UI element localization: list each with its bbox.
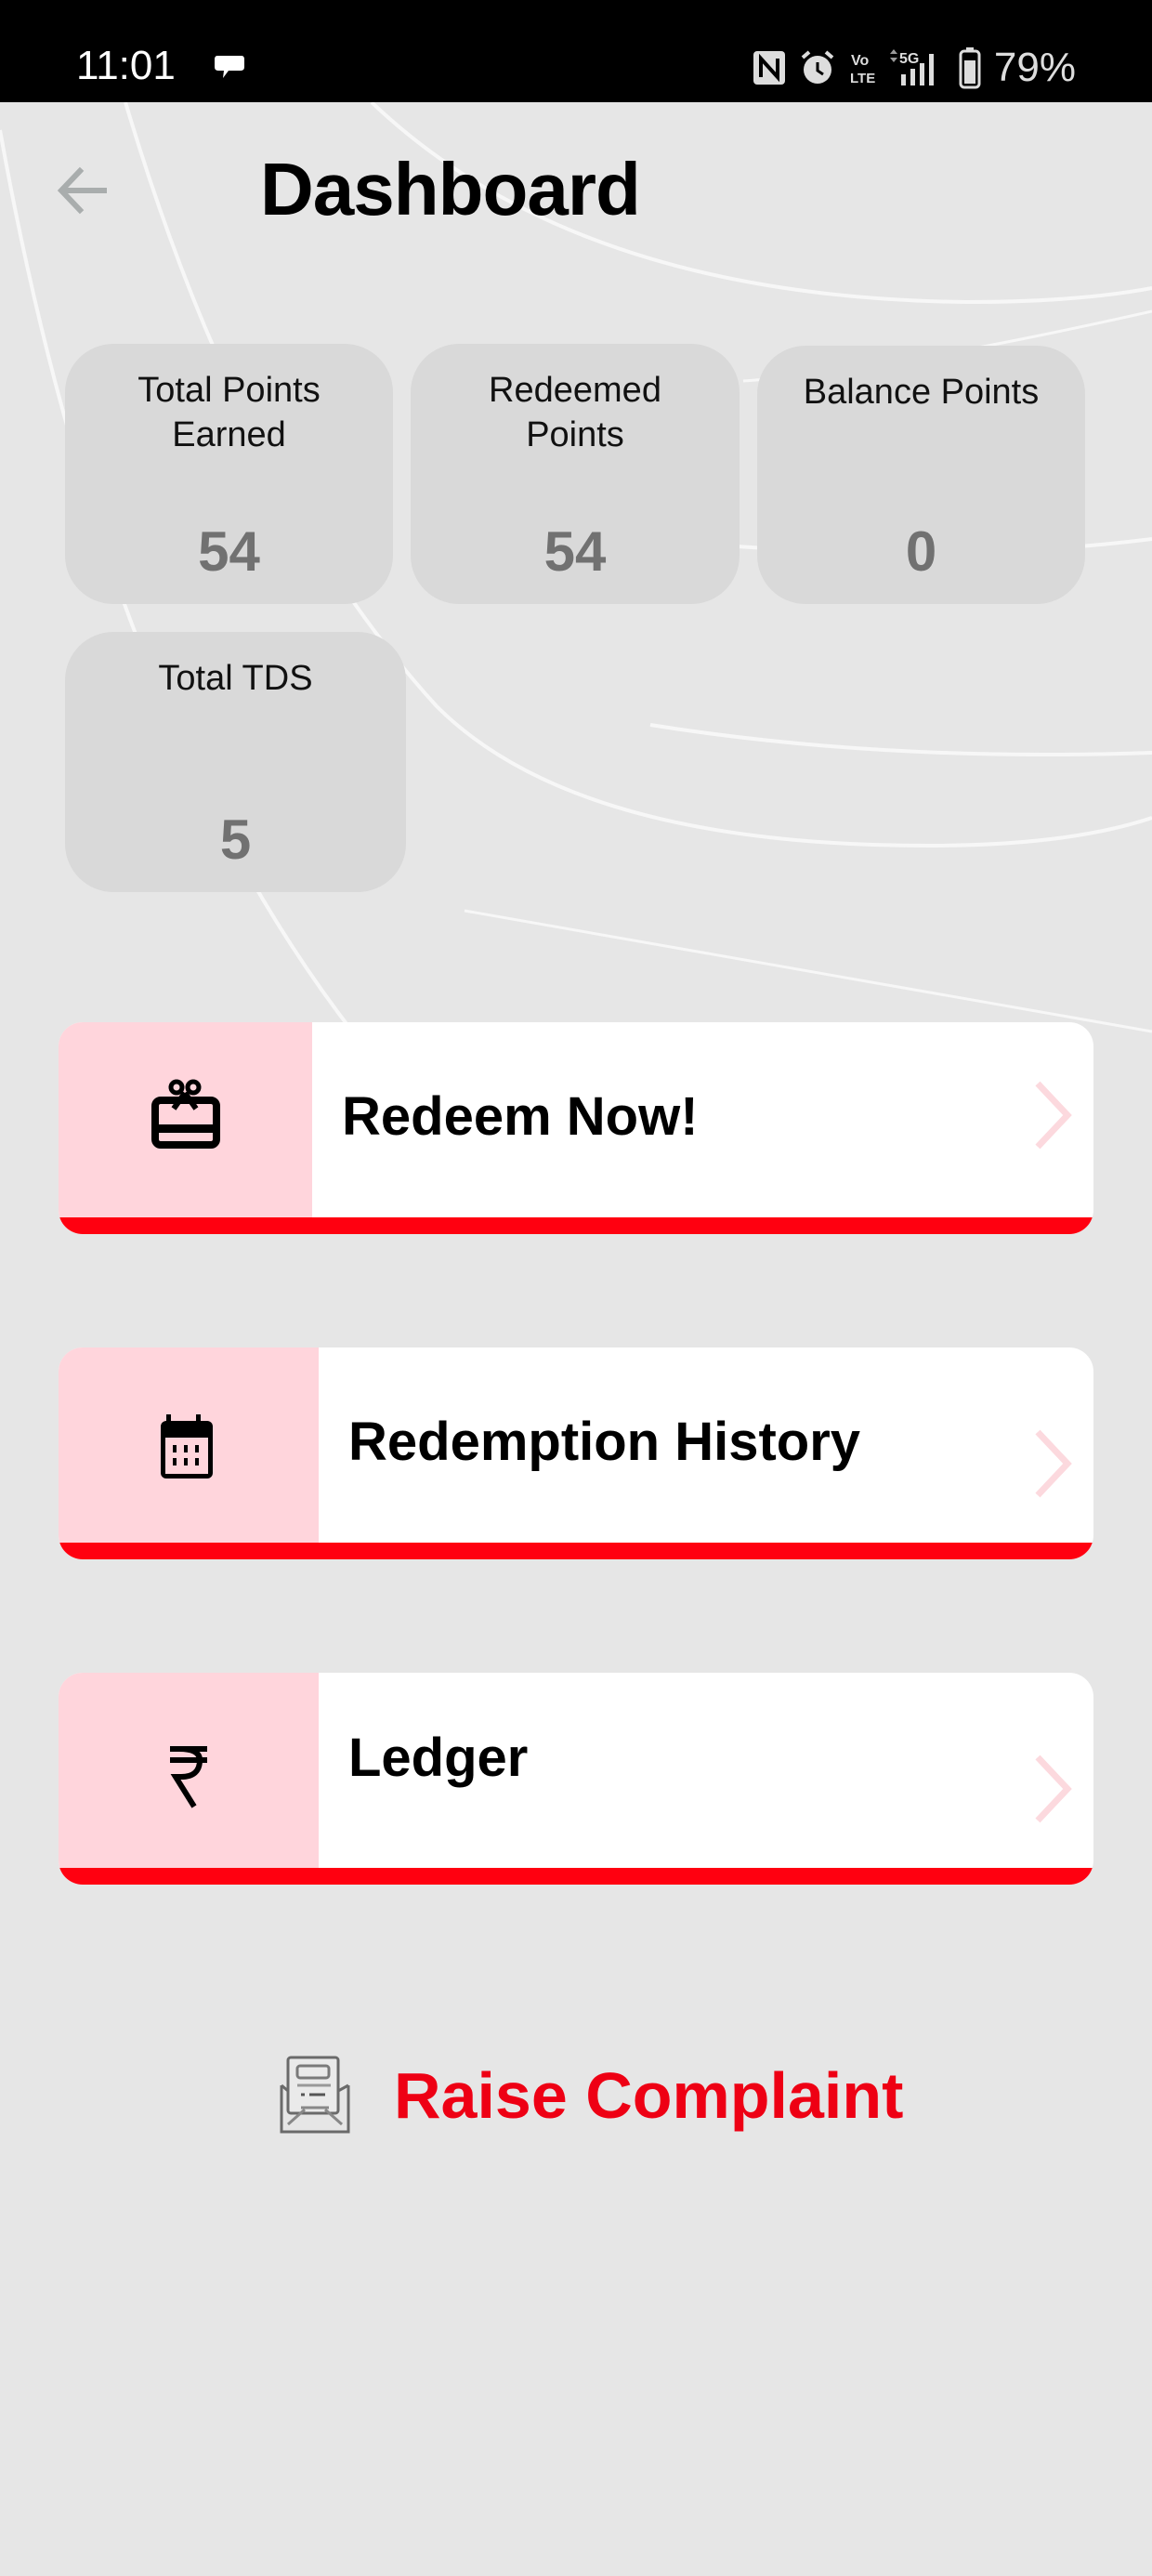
battery-icon xyxy=(959,47,981,89)
battery-percent: 79% xyxy=(993,45,1076,90)
calendar-icon xyxy=(161,1414,213,1479)
raise-complaint-button[interactable]: Raise Complaint xyxy=(279,2054,903,2137)
accent-bar xyxy=(59,1543,1093,1559)
chevron-right-icon xyxy=(1035,1081,1072,1150)
raise-complaint-label: Raise Complaint xyxy=(394,2059,904,2132)
signal-5g-icon: 5G xyxy=(889,49,934,85)
nfc-icon xyxy=(753,51,785,85)
chevron-right-icon xyxy=(1035,1755,1072,1823)
page-title: Dashboard xyxy=(260,148,641,230)
stat-value: 54 xyxy=(198,520,260,583)
volte-icon: Vo LTE xyxy=(850,53,875,86)
status-time: 11:01 xyxy=(76,43,176,88)
svg-text:5G: 5G xyxy=(899,51,919,67)
svg-text:LTE: LTE xyxy=(850,71,875,86)
stat-card-balance-points: Balance Points 0 xyxy=(757,346,1085,604)
stat-value: 54 xyxy=(543,520,607,583)
arrow-left-icon xyxy=(57,166,107,215)
ledger-button[interactable]: Ledger xyxy=(59,1673,1093,1885)
svg-text:Vo: Vo xyxy=(851,53,869,69)
alarm-icon xyxy=(801,50,834,84)
accent-bar xyxy=(59,1217,1093,1234)
redemption-history-label: Redemption History xyxy=(348,1412,861,1472)
stat-card-total-points-earned: Total Points Earned 54 xyxy=(65,344,393,604)
chat-notification-icon xyxy=(215,56,244,78)
stat-value: 5 xyxy=(219,808,252,871)
stat-label: Total TDS xyxy=(158,659,313,698)
stat-card-redeemed-points: Redeemed Points 54 xyxy=(411,344,740,604)
redeem-now-button[interactable]: Redeem Now! xyxy=(59,1022,1093,1234)
status-bar: 11:01 Vo LTE 5G 79% xyxy=(0,0,1152,102)
redemption-history-button[interactable]: Redemption History xyxy=(59,1347,1093,1559)
envelope-letter-icon xyxy=(280,2056,350,2134)
accent-bar xyxy=(59,1868,1093,1885)
stat-label: Balance Points xyxy=(803,373,1040,412)
chevron-right-icon xyxy=(1035,1429,1072,1498)
status-icons: Vo LTE 5G 79% xyxy=(753,45,1076,91)
stat-label: Redeemed Points xyxy=(489,371,661,454)
stat-card-total-tds: Total TDS 5 xyxy=(65,632,406,892)
gift-card-icon xyxy=(151,1079,220,1149)
ledger-label: Ledger xyxy=(348,1728,529,1788)
rupee-icon xyxy=(170,1746,207,1808)
redeem-now-label: Redeem Now! xyxy=(342,1086,699,1147)
stat-value: 0 xyxy=(905,520,937,583)
stat-label: Total Points Earned xyxy=(137,371,321,454)
back-button[interactable] xyxy=(52,160,111,219)
